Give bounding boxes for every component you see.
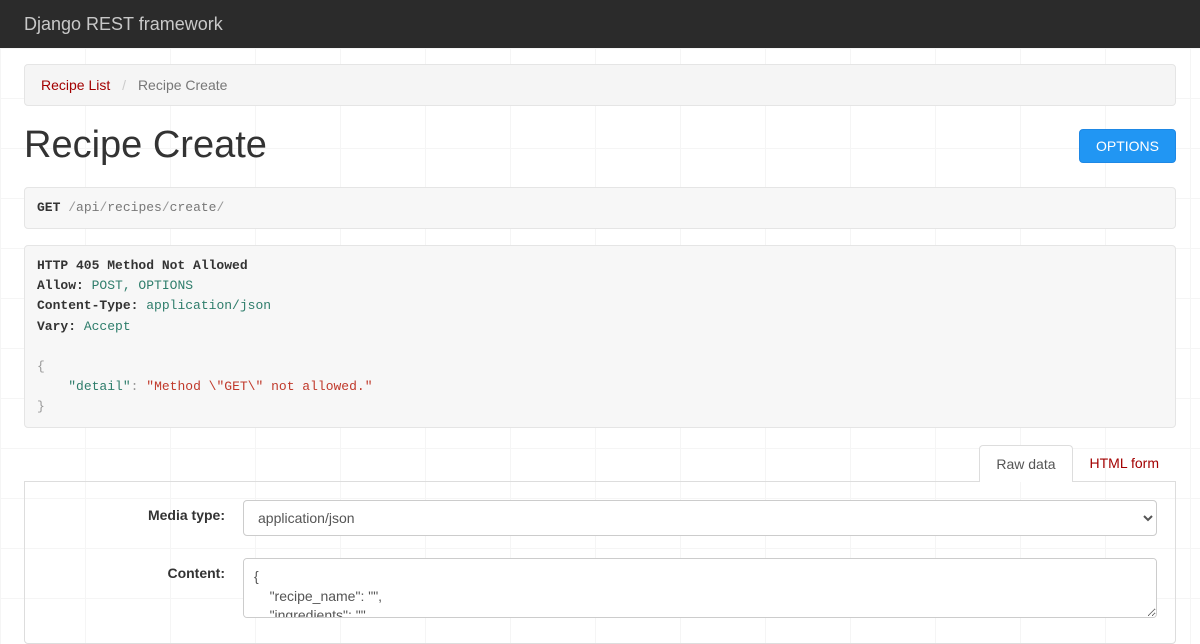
breadcrumb-separator: /: [122, 77, 126, 93]
vary-header: Accept: [84, 319, 131, 334]
media-type-label: Media type:: [43, 500, 243, 536]
content-textarea[interactable]: [243, 558, 1157, 618]
tab-raw-data[interactable]: Raw data: [979, 445, 1072, 482]
status-line: HTTP 405 Method Not Allowed: [37, 258, 248, 273]
breadcrumb: Recipe List / Recipe Create: [24, 64, 1176, 106]
content-type-header: application/json: [146, 298, 271, 313]
raw-data-form: Media type: application/json Content:: [24, 481, 1176, 644]
page-title: Recipe Create: [24, 124, 267, 167]
options-button[interactable]: OPTIONS: [1079, 129, 1176, 163]
breadcrumb-current: Recipe Create: [138, 77, 228, 93]
content-label: Content:: [43, 558, 243, 621]
tab-html-form[interactable]: HTML form: [1073, 444, 1176, 481]
navbar: Django REST framework: [0, 0, 1200, 48]
brand-title: Django REST framework: [24, 14, 223, 35]
allow-header: POST, OPTIONS: [92, 278, 193, 293]
request-line: GET /api/recipes/create/: [24, 187, 1176, 229]
request-method: GET: [37, 200, 60, 215]
response-box: HTTP 405 Method Not Allowed Allow: POST,…: [24, 245, 1176, 428]
json-key: "detail": [68, 379, 130, 394]
tabs: Raw data HTML form: [24, 444, 1176, 481]
json-value: "Method \"GET\" not allowed.": [146, 379, 372, 394]
breadcrumb-root-link[interactable]: Recipe List: [41, 77, 110, 93]
media-type-select[interactable]: application/json: [243, 500, 1157, 536]
